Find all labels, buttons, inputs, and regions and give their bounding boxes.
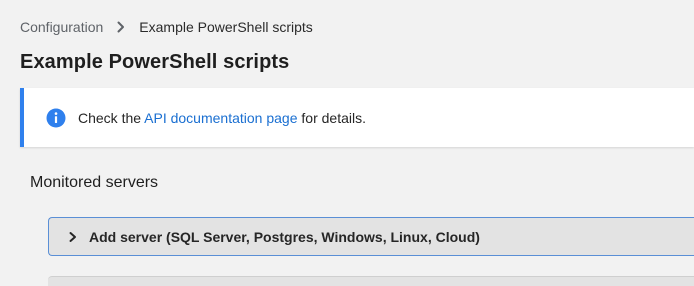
page-title: Example PowerShell scripts: [20, 51, 290, 73]
chevron-right-icon: [117, 18, 125, 36]
next-panel: [48, 276, 694, 286]
add-server-expander[interactable]: Add server (SQL Server, Postgres, Window…: [48, 217, 694, 256]
api-documentation-link[interactable]: API documentation page: [144, 110, 297, 126]
info-banner-text: Check the API documentation page for det…: [78, 110, 366, 126]
info-banner-suffix: for details.: [297, 109, 366, 126]
chevron-right-icon: [69, 231, 76, 242]
breadcrumb-configuration-link[interactable]: Configuration: [20, 19, 103, 35]
info-banner: Check the API documentation page for det…: [20, 88, 694, 147]
breadcrumb: Configuration Example PowerShell scripts: [20, 18, 313, 36]
breadcrumb-current: Example PowerShell scripts: [139, 19, 313, 35]
section-title-monitored-servers: Monitored servers: [30, 174, 159, 191]
add-server-label: Add server (SQL Server, Postgres, Window…: [89, 228, 480, 245]
info-icon: [46, 108, 66, 127]
info-banner-prefix: Check the: [78, 109, 145, 126]
